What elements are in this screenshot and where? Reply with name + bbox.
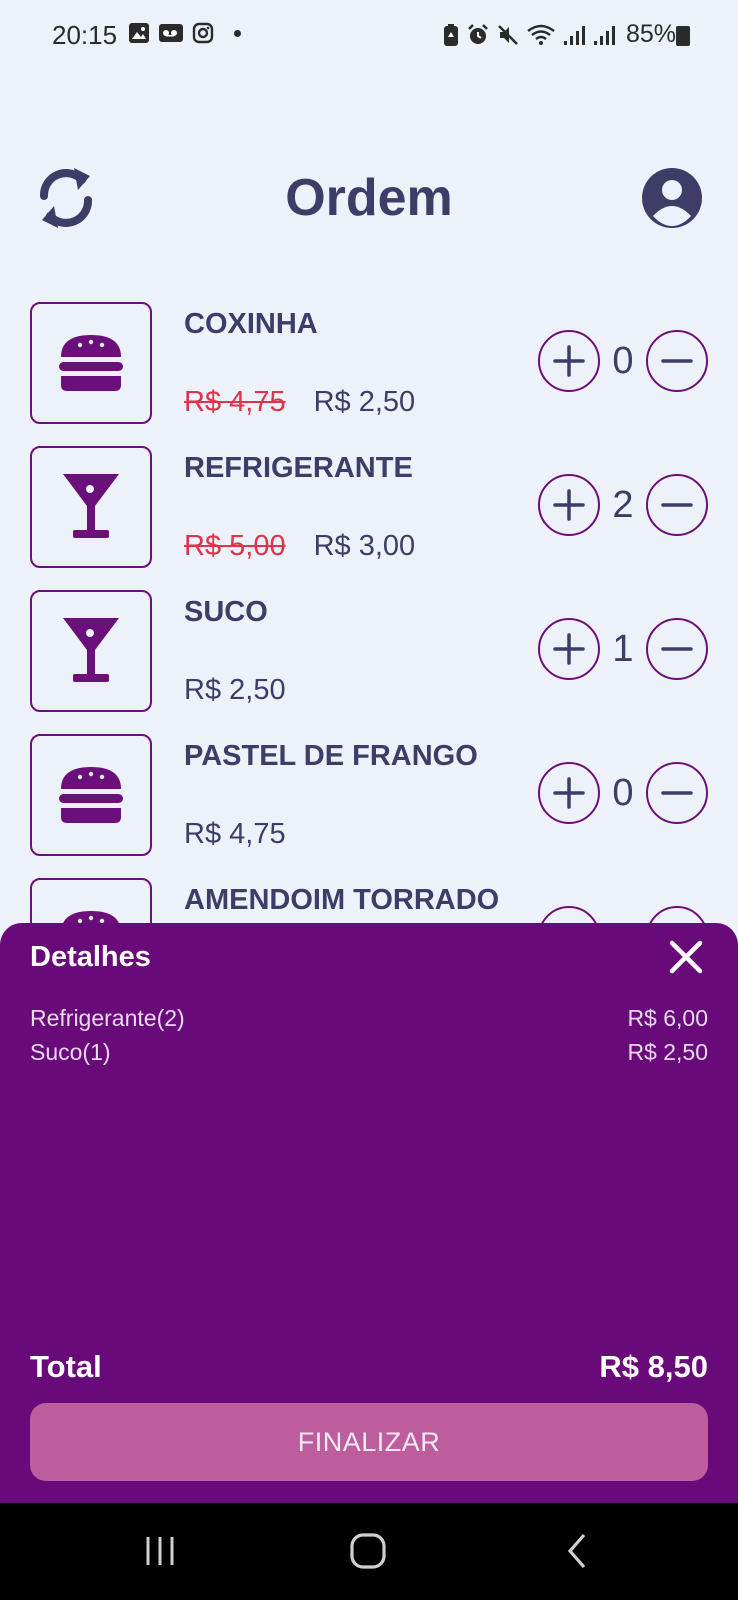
increase-button[interactable] [538,474,600,536]
header: Ordem [0,150,738,250]
total-label: Total [30,1349,102,1384]
voicemail-icon [158,22,184,44]
quantity-stepper: 0 [538,762,708,824]
user-icon [642,168,702,228]
hamburger-icon [59,335,123,391]
detail-value: R$ 6,00 [627,1005,708,1031]
detail-label: Refrigerante(2) [30,1005,185,1031]
product-item: PASTEL DE FRANGO R$ 4,75 0 [0,732,738,856]
total-value: R$ 8,50 [599,1349,708,1384]
alarm-icon [466,23,490,47]
price-row: R$ 4,75 [184,818,286,851]
page-title: Ordem [285,169,453,227]
decrease-button[interactable] [646,618,708,680]
increase-button[interactable] [538,330,600,392]
increase-button[interactable] [538,762,600,824]
details-list: Refrigerante(2) R$ 6,00 Suco(1) R$ 2,50 [30,1005,708,1073]
minus-icon [661,503,693,507]
cocktail-icon [63,618,119,682]
system-nav-bar [0,1503,738,1600]
close-button[interactable] [666,937,706,977]
product-name: COXINHA [184,308,318,340]
home-icon [350,1533,386,1569]
plus-icon [553,777,585,809]
decrease-button[interactable] [646,330,708,392]
signal-icon-1 [562,23,586,47]
current-price: R$ 4,75 [184,818,286,850]
product-thumbnail [30,734,152,856]
notification-icons [128,22,241,44]
more-notifications-dot [234,29,241,37]
decrease-button[interactable] [646,762,708,824]
details-sheet: Detalhes Refrigerante(2) R$ 6,00 Suco(1)… [0,923,738,1503]
status-right-icons: 85% [442,20,676,49]
home-button[interactable] [346,1531,390,1571]
old-price: R$ 5,00 [184,530,286,562]
detail-row: Suco(1) R$ 2,50 [30,1039,708,1073]
cocktail-icon [63,474,119,538]
instagram-icon [192,22,214,44]
product-item: SUCO R$ 2,50 1 [0,588,738,712]
current-price: R$ 2,50 [313,386,416,418]
back-icon [567,1533,586,1569]
price-row: R$ 5,00 R$ 3,00 [184,530,415,563]
recent-apps-button[interactable] [138,1531,182,1571]
status-bar: 20:15 85% [0,0,738,72]
minus-icon [661,647,693,651]
product-name: REFRIGERANTE [184,452,413,484]
quantity-value: 2 [612,483,634,526]
quantity-stepper: 0 [538,330,708,392]
product-thumbnail [30,590,152,712]
battery-percent: 85% [625,20,676,48]
product-item: COXINHA R$ 4,75 R$ 2,50 0 [0,300,738,424]
price-row: R$ 2,50 [184,674,286,707]
product-item: REFRIGERANTE R$ 5,00 R$ 3,00 2 [0,444,738,568]
minus-icon [661,359,693,363]
detail-label: Suco(1) [30,1039,111,1065]
wifi-icon [526,23,556,47]
signal-icon-2 [592,23,616,47]
finish-button[interactable]: FINALIZAR [30,1403,708,1481]
quantity-value: 1 [612,627,634,670]
hamburger-icon [59,767,123,823]
mute-icon [496,23,520,47]
battery-icon [676,26,690,46]
gallery-icon [128,22,150,44]
quantity-value: 0 [612,771,634,814]
detail-value: R$ 2,50 [627,1039,708,1065]
decrease-button[interactable] [646,474,708,536]
current-price: R$ 2,50 [184,674,286,706]
back-button[interactable] [556,1531,600,1571]
quantity-value: 0 [612,339,634,382]
quantity-stepper: 1 [538,618,708,680]
price-row: R$ 4,75 R$ 2,50 [184,386,415,419]
product-name: SUCO [184,596,268,628]
recent-apps-icon [146,1537,174,1565]
account-button[interactable] [640,166,704,230]
quantity-stepper: 2 [538,474,708,536]
plus-icon [553,345,585,377]
product-name: PASTEL DE FRANGO [184,740,478,772]
status-time: 20:15 [52,20,118,50]
close-icon [669,940,703,974]
plus-icon [553,633,585,665]
plus-icon [553,489,585,521]
product-name: AMENDOIM TORRADO [184,884,500,916]
product-thumbnail [30,302,152,424]
battery-saver-icon [442,23,460,47]
minus-icon [661,791,693,795]
app-screen: 20:15 85% Ordem COXINHA R$ 4,75 R$ 2,50 … [0,0,738,1600]
increase-button[interactable] [538,618,600,680]
details-title: Detalhes [30,941,151,973]
old-price: R$ 4,75 [184,386,286,418]
product-thumbnail [30,446,152,568]
current-price: R$ 3,00 [313,530,416,562]
detail-row: Refrigerante(2) R$ 6,00 [30,1005,708,1039]
